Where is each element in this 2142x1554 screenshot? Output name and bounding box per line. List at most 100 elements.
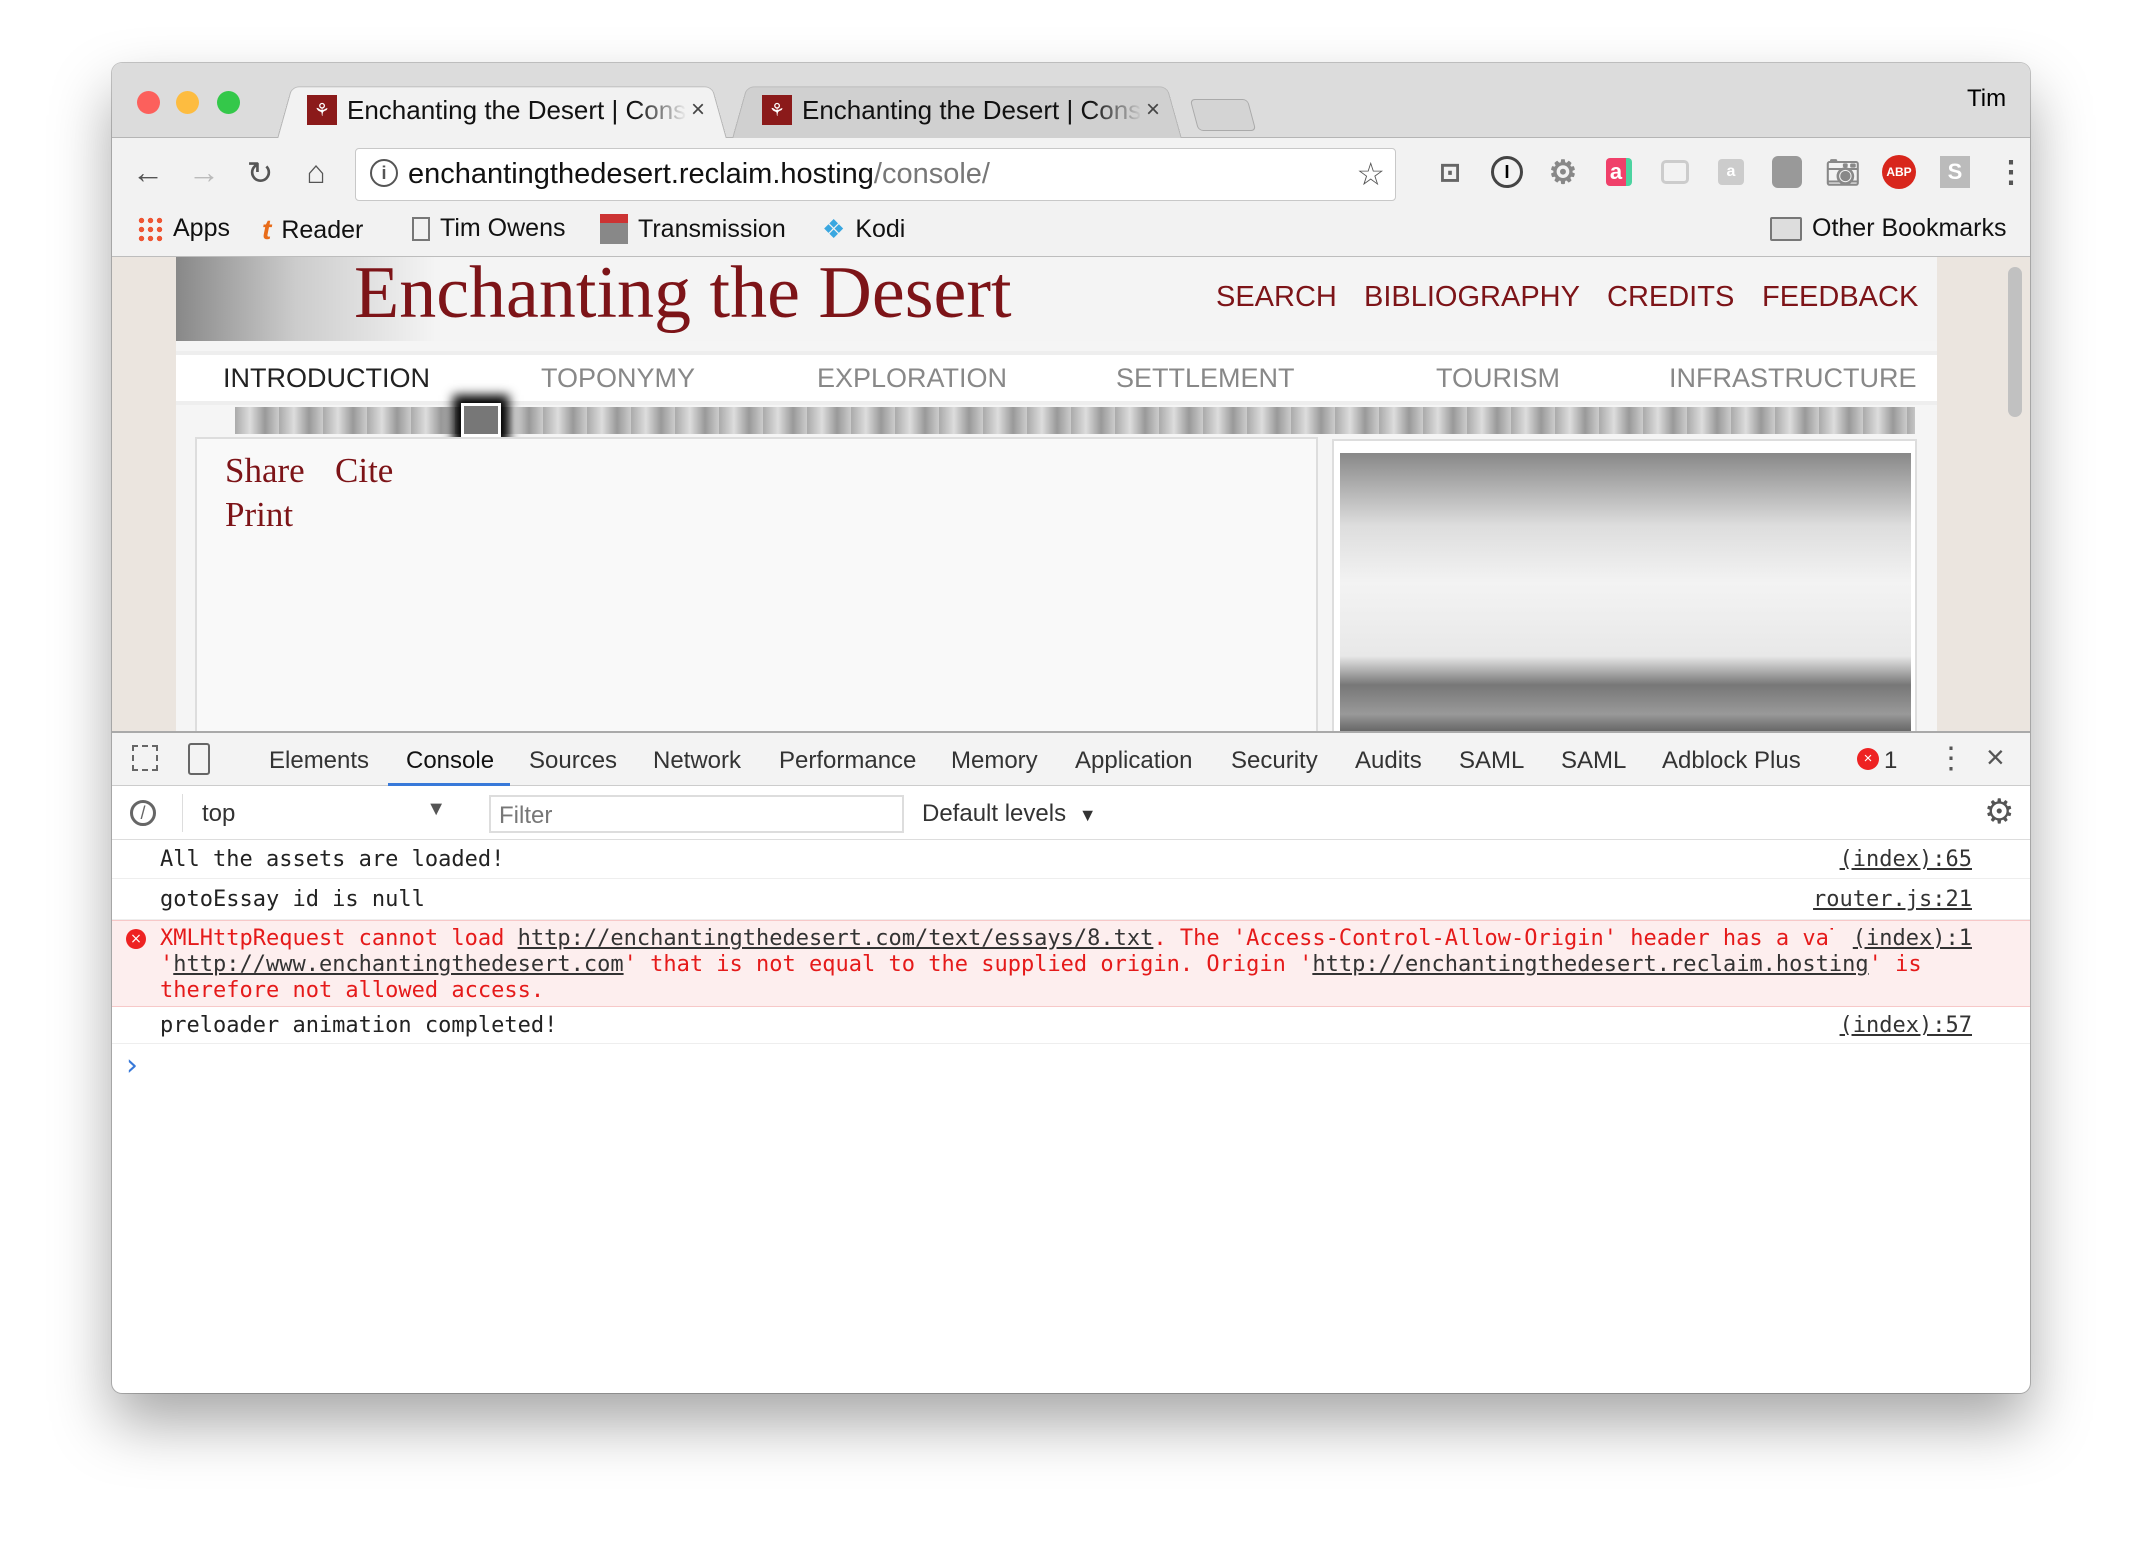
devtools-tab-performance[interactable]: Performance <box>779 747 916 775</box>
section-settlement[interactable]: SETTLEMENT <box>1116 363 1295 394</box>
devtools-tab-memory[interactable]: Memory <box>951 747 1038 775</box>
devtools-tab-application[interactable]: Application <box>1075 747 1192 775</box>
cite-link[interactable]: Cite <box>335 451 393 491</box>
maximize-window-button[interactable] <box>217 91 240 114</box>
section-toponymy[interactable]: TOPONYMY <box>541 363 695 394</box>
home-icon[interactable]: ⌂ <box>296 154 336 191</box>
devtools-menu-icon[interactable]: ⋮ <box>1936 741 1966 776</box>
bookmark-star-icon[interactable]: ☆ <box>1356 149 1385 200</box>
bookmark-transmission[interactable]: Transmission <box>600 214 786 244</box>
close-devtools-icon[interactable]: × <box>1986 739 2005 776</box>
devtools-tab-console[interactable]: Console <box>406 747 494 775</box>
page-scrollbar[interactable] <box>2008 267 2022 417</box>
close-window-button[interactable] <box>137 91 160 114</box>
bookmark-label: Transmission <box>638 214 786 243</box>
devtools-tab-network[interactable]: Network <box>653 747 741 775</box>
device-toolbar-icon[interactable] <box>188 743 210 775</box>
chat-extension-grey-icon[interactable]: a <box>1718 159 1744 185</box>
menu-kebab-icon[interactable]: ⋮ <box>1993 154 2029 190</box>
filter-placeholder: Filter <box>499 802 553 829</box>
canyon-photo[interactable] <box>1340 453 1911 743</box>
devtools-tab-security[interactable]: Security <box>1231 747 1318 775</box>
context-select[interactable]: top ▼ <box>182 794 450 832</box>
section-tourism[interactable]: TOURISM <box>1436 363 1560 394</box>
other-bookmarks[interactable]: Other Bookmarks <box>1770 214 2007 243</box>
section-introduction[interactable]: INTRODUCTION <box>223 363 430 394</box>
tab-title: Enchanting the Desert | Console <box>802 95 1142 125</box>
section-exploration[interactable]: EXPLORATION <box>817 363 1007 394</box>
section-infrastructure[interactable]: INFRASTRUCTURE <box>1669 363 1917 394</box>
kodi-icon: ❖ <box>822 214 846 244</box>
message-text: All the assets are loaded! <box>160 847 505 872</box>
log-levels-select[interactable]: Default levels ▼ <box>922 800 1097 828</box>
new-tab-button[interactable] <box>1189 99 1257 131</box>
error-url-link[interactable]: http://www.enchantingthedesert.com <box>173 952 623 977</box>
bookmark-reader[interactable]: t Reader <box>262 214 363 246</box>
nav-bibliography[interactable]: BIBLIOGRAPHY <box>1364 281 1580 314</box>
forward-icon[interactable]: → <box>184 154 224 191</box>
chat-extension-icon[interactable]: a <box>1606 158 1632 186</box>
print-link[interactable]: Print <box>225 495 293 535</box>
message-source-link[interactable]: (index):1 <box>1832 926 1972 951</box>
share-link[interactable]: Share <box>225 451 305 491</box>
bookmark-apps[interactable]: Apps <box>137 214 230 243</box>
close-tab-icon[interactable]: × <box>691 81 705 139</box>
bookmark-label: Other Bookmarks <box>1812 214 2007 242</box>
clear-console-icon[interactable]: / <box>130 800 156 826</box>
1password-icon[interactable]: I <box>1491 156 1523 188</box>
nav-feedback[interactable]: FEEDBACK <box>1762 281 1918 314</box>
devtools-tab-saml-1[interactable]: SAML <box>1459 747 1524 775</box>
cast-icon[interactable]: ⊡ <box>1432 154 1468 190</box>
profile-name[interactable]: Tim <box>1967 85 2006 113</box>
message-source-link[interactable]: (index):57 <box>1840 1013 1972 1038</box>
error-icon[interactable]: × <box>1857 748 1879 770</box>
thumbnail-selected[interactable] <box>461 403 501 437</box>
url-host: enchantingthedesert.reclaim.hosting <box>408 158 874 190</box>
s-extension-icon[interactable]: S <box>1940 156 1970 188</box>
image-panel <box>1332 439 1917 743</box>
back-icon[interactable]: ← <box>128 154 168 191</box>
devtools-tab-saml-2[interactable]: SAML <box>1561 747 1626 775</box>
site-favicon-icon: ⚘ <box>307 95 337 125</box>
nav-credits[interactable]: CREDITS <box>1607 281 1734 314</box>
folder-icon <box>1770 216 1802 241</box>
adblock-plus-icon[interactable]: ABP <box>1882 155 1916 189</box>
devtools-tab-adblock-plus[interactable]: Adblock Plus <box>1662 747 1801 775</box>
minimize-window-button[interactable] <box>176 91 199 114</box>
context-value: top <box>202 800 236 827</box>
gear-extension-icon[interactable]: ⚙ <box>1545 154 1581 190</box>
message-source-link[interactable]: (index):65 <box>1840 847 1972 872</box>
url-path: /console/ <box>873 158 990 190</box>
reader-icon: t <box>262 214 272 245</box>
reload-icon[interactable]: ↻ <box>240 154 280 192</box>
devtools-tab-sources[interactable]: Sources <box>529 747 617 775</box>
console-input[interactable] <box>160 1048 2000 1378</box>
message-text: gotoEssay id is null <box>160 887 425 912</box>
address-bar[interactable]: i enchantingthedesert.reclaim.hosting/co… <box>355 148 1396 201</box>
web-page: Enchanting the Desert SEARCH BIBLIOGRAPH… <box>112 252 2030 743</box>
error-count[interactable]: 1 <box>1884 747 1897 775</box>
apps-grid-icon <box>137 215 163 242</box>
camera-icon[interactable]: 📷︎ <box>1825 154 1861 190</box>
tab-2[interactable]: ⚘ Enchanting the Desert | Console × <box>732 81 1182 139</box>
inspect-element-icon[interactable] <box>132 745 158 771</box>
console-message: All the assets are loaded! (index):65 <box>112 840 2030 879</box>
shield-extension-icon[interactable] <box>1772 156 1802 188</box>
error-url-link[interactable]: http://enchantingthedesert.reclaim.hosti… <box>1312 952 1868 977</box>
transmission-icon <box>600 214 628 244</box>
speech-bubble-icon[interactable] <box>1661 160 1689 184</box>
site-title[interactable]: Enchanting the Desert <box>354 251 1012 336</box>
message-source-link[interactable]: router.js:21 <box>1813 887 1972 912</box>
bookmark-kodi[interactable]: ❖ Kodi <box>822 214 905 245</box>
console-settings-icon[interactable]: ⚙ <box>1984 792 2014 832</box>
info-icon[interactable]: i <box>370 159 398 187</box>
nav-search[interactable]: SEARCH <box>1216 281 1337 314</box>
filter-input[interactable]: Filter <box>489 795 904 833</box>
devtools-tab-audits[interactable]: Audits <box>1355 747 1422 775</box>
devtools-tab-elements[interactable]: Elements <box>269 747 369 775</box>
error-url-link[interactable]: http://enchantingthedesert.com/text/essa… <box>518 926 1154 951</box>
bookmark-tim-owens[interactable]: Tim Owens <box>412 214 565 243</box>
tab-1[interactable]: ⚘ Enchanting the Desert | Console × <box>277 81 727 139</box>
close-tab-icon[interactable]: × <box>1146 81 1160 139</box>
bookmark-label: Tim Owens <box>440 214 566 242</box>
